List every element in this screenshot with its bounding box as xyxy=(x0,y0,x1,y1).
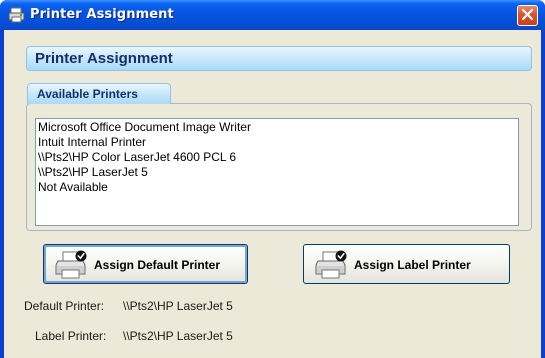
assign-label-printer-button[interactable]: Assign Label Printer xyxy=(303,244,510,284)
list-item[interactable]: \\Pts2\HP LaserJet 5 xyxy=(38,165,516,180)
assign-label-printer-label: Assign Label Printer xyxy=(354,258,471,272)
printer-assignment-window: Printer Assignment Printer Assignment Av… xyxy=(0,0,545,358)
window-client-area: Printer Assignment Available Printers Mi… xyxy=(4,30,541,358)
close-icon xyxy=(521,8,534,24)
list-item[interactable]: Not Available xyxy=(38,180,516,195)
label-printer-value: \\Pts2\HP LaserJet 5 xyxy=(123,329,233,343)
tab-available-printers[interactable]: Available Printers xyxy=(27,83,171,104)
banner-title: Printer Assignment xyxy=(35,50,173,67)
label-printer-label: Label Printer: xyxy=(35,329,107,343)
tab-label: Available Printers xyxy=(37,87,138,101)
header-banner: Printer Assignment xyxy=(26,46,532,71)
list-item[interactable]: Intuit Internal Printer xyxy=(38,135,516,150)
window-title: Printer Assignment xyxy=(30,7,174,22)
printer-listbox[interactable]: Microsoft Office Document Image Writer I… xyxy=(35,118,519,226)
list-item[interactable]: \\Pts2\HP Color LaserJet 4600 PCL 6 xyxy=(38,150,516,165)
assign-default-printer-label: Assign Default Printer xyxy=(94,258,221,272)
printer-check-icon xyxy=(54,249,88,281)
printer-app-icon xyxy=(8,7,25,23)
assign-default-printer-button[interactable]: Assign Default Printer xyxy=(43,244,248,284)
title-bar[interactable]: Printer Assignment xyxy=(0,0,545,30)
available-printers-panel: Microsoft Office Document Image Writer I… xyxy=(26,103,532,231)
default-printer-label: Default Printer: xyxy=(24,299,105,313)
printer-check-icon xyxy=(314,249,348,281)
list-item[interactable]: Microsoft Office Document Image Writer xyxy=(38,120,516,135)
default-printer-value: \\Pts2\HP LaserJet 5 xyxy=(123,299,233,313)
close-button[interactable] xyxy=(517,5,538,26)
